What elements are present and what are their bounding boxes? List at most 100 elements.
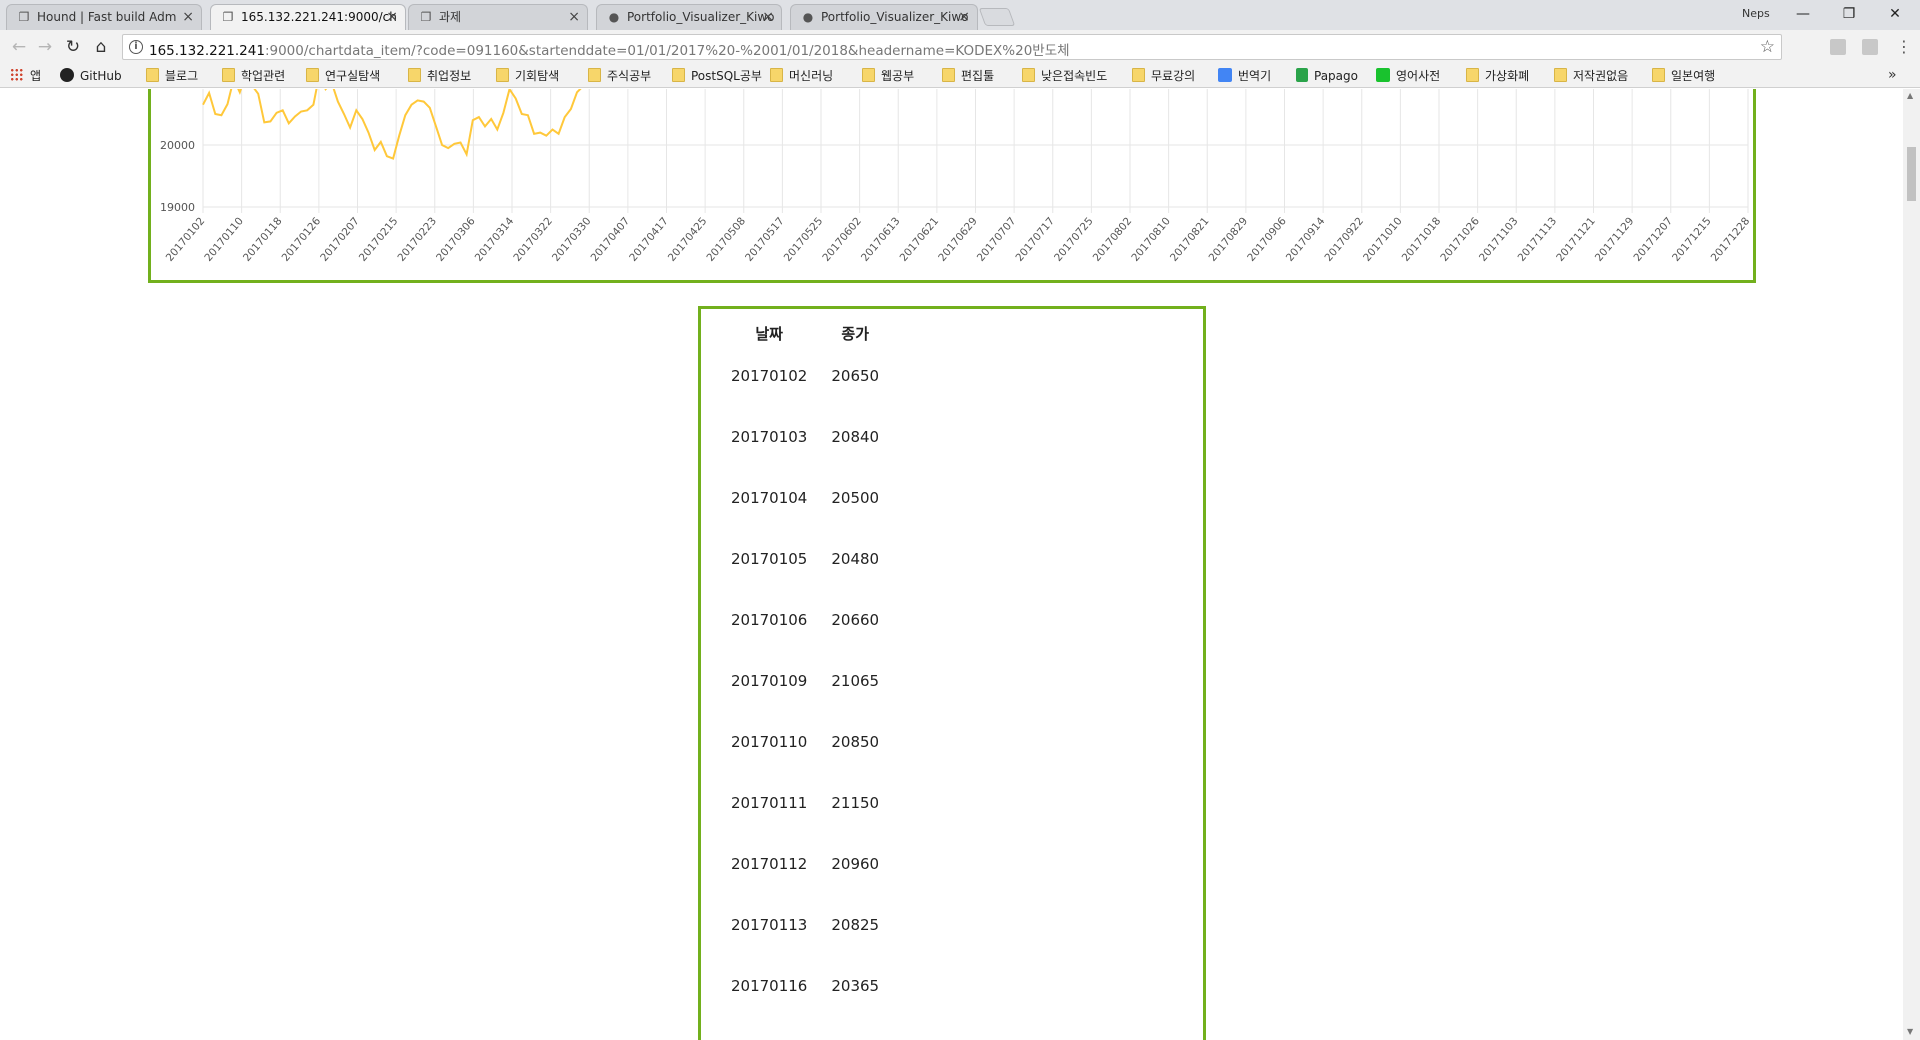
chart-panel: 20170102 20170110 20170118 20170126 20170207… (148, 89, 1756, 283)
close-price-cell: 20650 (831, 366, 880, 385)
reload-icon[interactable]: ↻ (62, 36, 84, 58)
papago-icon (1296, 68, 1308, 82)
date-cell: 20170110 (731, 732, 808, 751)
tab-close-icon[interactable]: × (182, 5, 194, 29)
bookmark-item[interactable]: 저작권없음 (1554, 67, 1628, 85)
tab-close-icon[interactable]: × (958, 5, 970, 29)
bookmark-label: 저작권없음 (1573, 69, 1629, 83)
folder-icon (1132, 68, 1145, 82)
document-icon: ❐ (420, 10, 432, 24)
close-window-icon[interactable]: ✕ (1872, 0, 1918, 28)
x-tick-label: 20170215 (357, 215, 401, 264)
x-tick-label: 20170922 (1322, 215, 1366, 264)
x-tick-label: 20170118 (241, 215, 285, 264)
vertical-scrollbar[interactable]: ▲ ▼ (1903, 89, 1920, 1040)
tab-close-icon[interactable]: × (762, 5, 774, 29)
x-tick-label: 20171018 (1400, 215, 1444, 264)
x-tick-label: 20170802 (1091, 215, 1135, 264)
bookmark-item[interactable]: 학업관련 (222, 67, 285, 85)
bookmark-item[interactable]: 블로그 (146, 67, 198, 85)
dictionary-icon (1376, 68, 1390, 82)
back-icon[interactable]: ← (8, 36, 30, 58)
apps-icon (10, 68, 24, 82)
x-tick-label: 20170126 (280, 215, 324, 264)
browser-tab[interactable]: ❐ 165.132.221.241:9000/ch × (210, 4, 406, 30)
bookmark-label: 웹공부 (881, 69, 915, 83)
folder-icon (1554, 68, 1567, 82)
tab-title: Hound | Fast build Adm (37, 10, 177, 24)
bookmarks-bar: 앱 GitHub 블로그 학업관련 연구실탐색 취업정보 기회탐색 주식공부 PostSQL공부… (0, 64, 1920, 88)
bookmark-star-icon[interactable]: ☆ (1760, 37, 1775, 57)
scroll-down-icon[interactable]: ▼ (1907, 1027, 1913, 1036)
x-tick-label: 20171026 (1438, 215, 1482, 264)
x-tick-label: 20170613 (859, 215, 903, 264)
tab-title: 과제 (439, 10, 462, 24)
tab-title: Portfolio_Visualizer_Kiwo (627, 10, 775, 24)
x-tick-label: 20171121 (1554, 215, 1598, 264)
bookmark-item[interactable]: 일본여행 (1652, 67, 1715, 85)
bookmark-label: 연구실탐색 (325, 69, 381, 83)
bookmark-item[interactable]: 취업정보 (408, 67, 471, 85)
bookmark-item[interactable]: PostSQL공부 (672, 67, 762, 85)
bookmark-item[interactable]: 기회탐색 (496, 67, 559, 85)
close-price-column-header: 종가 (841, 324, 870, 343)
x-tick-label: 20171129 (1593, 215, 1637, 264)
tab-close-icon[interactable]: × (386, 5, 398, 29)
bookmark-item[interactable]: 무료강의 (1132, 67, 1195, 85)
bookmark-item[interactable]: 연구실탐색 (306, 67, 380, 85)
browser-tab[interactable]: ❐ Hound | Fast build Adm × (6, 4, 202, 30)
browser-tab[interactable]: ● Portfolio_Visualizer_Kiwo × (790, 4, 978, 30)
bookmark-item[interactable]: 머신러닝 (770, 67, 833, 85)
new-tab-button[interactable] (978, 8, 1016, 26)
table-row: 20170112 20960 (719, 833, 891, 894)
close-price-cell: 21065 (831, 671, 880, 690)
y-tick-label: 20000 (160, 139, 195, 152)
x-tick-label: 20171113 (1516, 215, 1560, 264)
browser-tab[interactable]: ● Portfolio_Visualizer_Kiwo × (596, 4, 782, 30)
scrollbar-thumb[interactable] (1907, 147, 1916, 201)
url-text[interactable]: 165.132.221.241:9000/chartdata_item/?cod… (149, 39, 1070, 59)
folder-icon (146, 68, 159, 82)
table-row: 20170109 21065 (719, 650, 891, 711)
bookmark-item[interactable]: 웹공부 (862, 67, 914, 85)
restore-icon[interactable]: ❐ (1826, 0, 1872, 28)
profile-name[interactable]: Neps (1742, 7, 1770, 20)
x-tick-label: 20170306 (434, 215, 478, 264)
date-cell: 20170113 (731, 915, 808, 934)
browser-tab[interactable]: ❐ 과제 × (408, 4, 588, 30)
menu-icon[interactable]: ⋮ (1896, 37, 1912, 56)
minimize-icon[interactable]: — (1780, 0, 1826, 28)
bookmark-item[interactable]: 번역기 (1218, 67, 1271, 85)
x-tick-label: 20170207 (318, 215, 362, 264)
bookmark-item[interactable]: 앱 (10, 67, 41, 85)
table-header-row: 날짜 종가 (719, 321, 891, 345)
date-cell: 20170116 (731, 976, 808, 995)
x-tick-label: 20170707 (975, 215, 1019, 264)
bookmark-item[interactable]: Papago (1296, 67, 1358, 85)
bookmark-label: 영어사전 (1396, 69, 1441, 83)
extension-icon[interactable] (1830, 39, 1846, 55)
x-tick-label: 20170621 (898, 215, 942, 264)
bookmark-item[interactable]: 낮은접속빈도 (1022, 67, 1107, 85)
more-bookmarks-icon[interactable]: » (1888, 67, 1897, 83)
scroll-up-icon[interactable]: ▲ (1907, 91, 1913, 100)
bookmark-label: 편집툴 (961, 69, 995, 83)
tab-title: Portfolio_Visualizer_Kiwo (821, 10, 969, 24)
bookmark-item[interactable]: 가상화폐 (1466, 67, 1529, 85)
forward-icon[interactable]: → (34, 36, 56, 58)
x-tick-label: 20171228 (1709, 215, 1753, 264)
date-column-header: 날짜 (755, 324, 783, 343)
address-bar[interactable]: i 165.132.221.241:9000/chartdata_item/?c… (122, 34, 1782, 60)
bookmark-item[interactable]: 주식공부 (588, 67, 651, 85)
extension-icon[interactable] (1862, 39, 1878, 55)
x-tick-label: 20170417 (627, 215, 671, 264)
bookmark-label: PostSQL공부 (691, 69, 762, 83)
bookmark-item[interactable]: 영어사전 (1376, 67, 1440, 85)
home-icon[interactable]: ⌂ (90, 36, 112, 58)
bookmark-item[interactable]: GitHub (60, 67, 122, 85)
x-tick-label: 20170425 (666, 215, 710, 264)
bookmark-item[interactable]: 편집툴 (942, 67, 994, 85)
tab-close-icon[interactable]: × (568, 5, 580, 29)
info-icon[interactable]: i (129, 40, 143, 54)
close-price-cell: 20840 (831, 427, 880, 446)
